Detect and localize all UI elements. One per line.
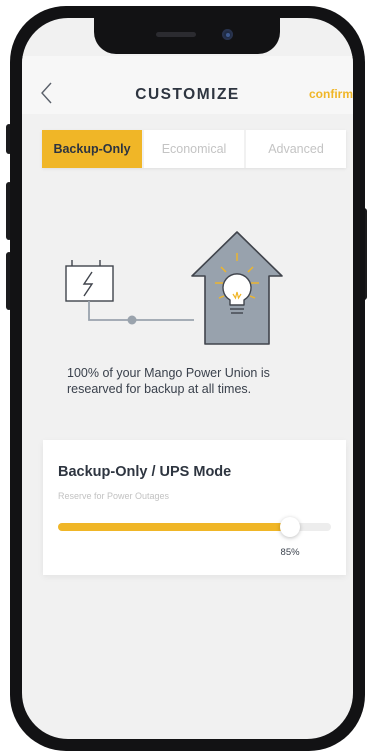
phone-frame: CUSTOMIZE confirm Backup-Only Economical…: [10, 6, 365, 751]
mode-tabs: Backup-Only Economical Advanced: [42, 130, 346, 168]
notch: [94, 18, 280, 54]
page-title: CUSTOMIZE: [135, 86, 240, 103]
connection-wire: [88, 301, 194, 325]
slider-fill: [58, 523, 291, 531]
app-header: CUSTOMIZE confirm: [22, 56, 353, 114]
tab-advanced[interactable]: Advanced: [244, 130, 346, 168]
confirm-button[interactable]: confirm: [309, 87, 353, 101]
mode-card: Backup-Only / UPS Mode Reserve for Power…: [43, 440, 346, 575]
slider-thumb[interactable]: [280, 517, 301, 537]
slider-value-label: 85%: [280, 547, 300, 558]
tab-economical[interactable]: Economical: [142, 130, 244, 168]
camera-lens: [225, 32, 230, 37]
mode-subtitle: Reserve for Power Outages: [58, 491, 170, 501]
house-lightbulb-icon: [191, 231, 283, 345]
battery-lightning-icon: [65, 260, 114, 302]
phone-screen: CUSTOMIZE confirm Backup-Only Economical…: [22, 18, 353, 739]
backup-illustration: [65, 231, 283, 345]
mode-title: Backup-Only / UPS Mode: [58, 464, 232, 480]
speaker-grille: [156, 32, 196, 37]
tab-backup-only[interactable]: Backup-Only: [42, 130, 142, 168]
backup-reserve-slider[interactable]: [58, 517, 331, 537]
mode-description: 100% of your Mango Power Union is resear…: [67, 366, 270, 396]
